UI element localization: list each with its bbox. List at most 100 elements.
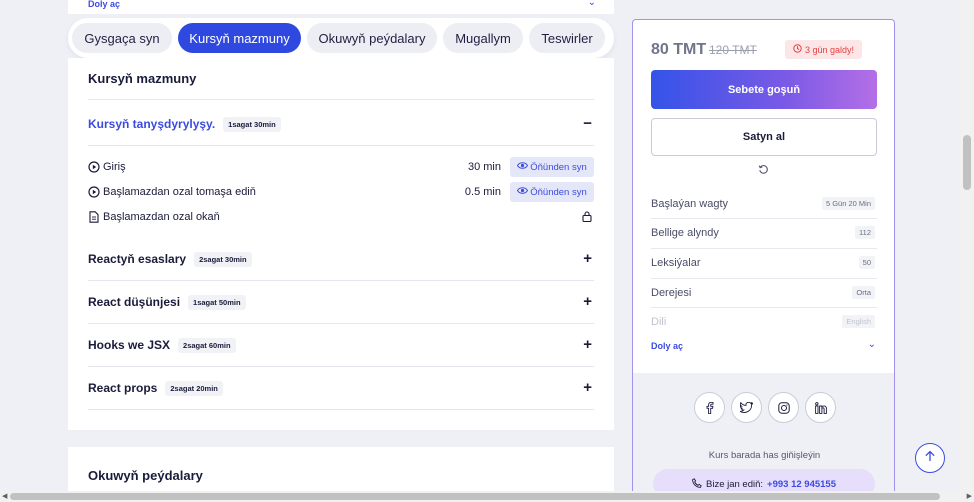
section-title: Reactyň esaslary [88,252,187,266]
play-circle-icon [88,186,100,198]
play-circle-icon [88,161,100,173]
section-react-basics-header[interactable]: Reactyň esaslary 2sagat 30min + [88,249,594,269]
duration-badge: 1sagat 50min [188,294,246,310]
scroll-left-arrow-icon[interactable]: ◀ [2,491,7,502]
section-title: Kursyň tanyşdyrylyşy. [88,117,216,131]
chevron-down-icon[interactable]: ⌄ [868,339,876,350]
info-language: Dili English [651,307,877,336]
document-icon [88,211,100,223]
lock-icon [582,211,592,225]
divider [88,280,594,281]
eye-icon [517,161,529,173]
instagram-icon[interactable] [768,392,799,423]
chevron-down-icon[interactable]: ⌄ [588,0,596,8]
info-label: Leksiýalar [651,256,701,269]
duration-badge: 1sagat 30min [223,116,281,132]
info-label: Başlaýan wagty [651,197,729,210]
days-left-badge: 3 gün galdy! [785,40,863,59]
preview-label: Öňünden syn [530,186,587,198]
arrow-up-icon [924,449,936,467]
info-value: English [842,315,875,328]
tab-course-content[interactable]: Kursyň mazmuny [178,23,301,53]
divider [88,323,594,324]
duration-badge: 2sagat 60min [178,337,236,353]
duration-badge: 2sagat 30min [194,251,252,267]
collapse-icon[interactable]: − [583,115,592,133]
divider [88,366,594,367]
vertical-scroll-thumb[interactable] [963,135,971,190]
info-value: 112 [855,226,875,239]
info-label: Bellige alyndy [651,226,719,239]
lesson-title: Başlamazdan ozal okaň [103,211,220,223]
linkedin-icon[interactable] [805,392,836,423]
show-more-link-top[interactable]: Doly aç [88,0,120,9]
lesson-title: Başlamazdan ozal tomaşa ediň [103,186,256,198]
info-lectures: Leksiýalar 50 [651,248,877,277]
days-left-text: 3 gün galdy! [805,44,855,55]
expand-icon[interactable]: + [583,379,592,397]
preview-button[interactable]: Öňünden syn [510,157,594,177]
expand-icon[interactable]: + [583,250,592,268]
info-label: Derejesi [651,286,692,299]
tab-overview[interactable]: Gysgaça syn [72,23,172,53]
divider [88,145,594,146]
course-content-card: Kursyň mazmuny Kursyň tanyşdyrylyşy. 1sa… [68,58,614,430]
lesson-duration: 0.5 min [464,186,501,198]
lesson-item[interactable]: Giriş 30 min Öňünden syn [88,157,594,177]
horizontal-scrollbar[interactable]: ◀ ▶ [0,491,974,502]
section-title: React düşünjesi [88,295,181,309]
lesson-item[interactable]: Başlamazdan ozal okaň [88,207,594,227]
divider [88,409,594,410]
preview-button[interactable]: Öňünden syn [510,182,594,202]
section-title: React props [88,381,158,395]
old-price: 120 TMT [709,43,757,57]
call-label: Bize jan ediň: [706,478,764,490]
clock-icon [793,44,802,55]
add-to-cart-button[interactable]: Sebete goşuň [651,70,877,109]
tab-instructor[interactable]: Mugallym [443,23,523,53]
info-value: 50 [858,256,875,269]
buy-button[interactable]: Satyn al [651,118,877,156]
section-react-concept-header[interactable]: React düşünjesi 1sagat 50min + [88,292,594,312]
course-tabs: Gysgaça syn Kursyň mazmuny Okuwyň peýdal… [68,18,614,58]
tab-benefits[interactable]: Okuwyň peýdalary [307,23,437,53]
preview-label: Öňünden syn [530,161,587,173]
show-more-link[interactable]: Doly aç [651,341,683,351]
info-enrolled: Bellige alyndy 112 [651,218,877,247]
course-content-title: Kursyň mazmuny [88,71,197,86]
section-intro-header[interactable]: Kursyň tanyşdyrylyşy. 1sagat 30min − [88,114,594,134]
price: 80 TMT [651,41,707,58]
section-hooks-jsx-header[interactable]: Hooks we JSX 2sagat 60min + [88,335,594,355]
info-label: Dili [651,315,667,328]
info-value: 5 Gün 20 Min [821,197,875,210]
tab-reviews[interactable]: Teswirler [529,23,605,53]
previous-card: Doly aç ⌄ [68,0,614,14]
vertical-scrollbar[interactable] [960,0,974,491]
phone-icon [692,477,702,491]
scroll-right-arrow-icon[interactable]: ▶ [967,491,972,502]
section-react-props-header[interactable]: React props 2sagat 20min + [88,378,594,398]
horizontal-scroll-thumb[interactable] [10,493,940,500]
social-links [694,392,836,423]
eye-icon [517,186,529,198]
scroll-to-top-button[interactable] [915,443,945,473]
facebook-icon[interactable] [694,392,725,423]
lesson-title: Giriş [103,161,126,173]
divider [88,99,594,100]
twitter-icon[interactable] [731,392,762,423]
info-level: Derejesi Orta [651,278,877,307]
info-value: Orta [852,286,875,299]
contact-prompt: Kurs barada has giňişleýin [708,450,821,461]
lesson-duration: 30 min [467,161,501,173]
expand-icon[interactable]: + [583,293,592,311]
refresh-icon[interactable] [758,162,769,180]
info-start-time: Başlaýan wagty 5 Gün 20 Min [651,189,877,218]
duration-badge: 2sagat 20min [165,380,223,396]
expand-icon[interactable]: + [583,336,592,354]
section-title: Hooks we JSX [88,338,171,352]
benefits-title: Okuwyň peýdalary [88,468,203,483]
phone-number[interactable]: +993 12 945155 [767,479,836,490]
purchase-sidebar: 80 TMT 120 TMT 3 gün galdy! Sebete goşuň… [632,19,895,499]
lesson-item[interactable]: Başlamazdan ozal tomaşa ediň 0.5 min Öňü… [88,182,594,202]
contact-panel: Kurs barada has giňişleýin Bize jan ediň… [633,373,894,498]
